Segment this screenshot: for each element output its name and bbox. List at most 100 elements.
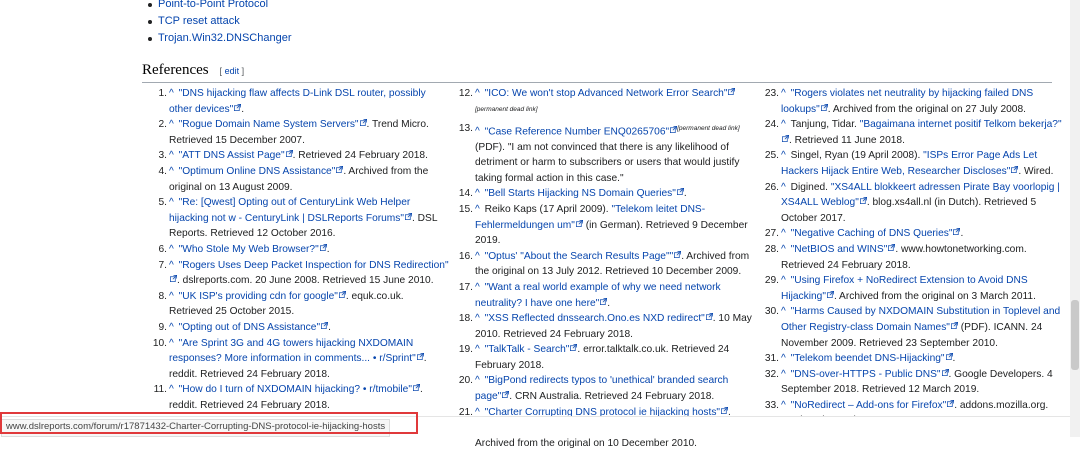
external-link-icon [676, 188, 684, 196]
see-also-link[interactable]: TCP reset attack [158, 15, 240, 27]
backlink-caret[interactable]: ^ [781, 275, 789, 286]
reference-number: 29. [764, 275, 779, 287]
reference-link[interactable]: "DNS-over-HTTPS - Public DNS" [791, 369, 941, 380]
reference-number: 23. [764, 88, 779, 99]
backlink-caret[interactable]: ^ [475, 344, 483, 355]
external-link [820, 103, 828, 115]
reference-link[interactable]: "Bell Starts Hijacking NS Domain Queries… [485, 188, 676, 199]
reference-link[interactable]: "Optus' "About the Search Results Page"" [485, 251, 674, 262]
reference-number: 27. [764, 228, 779, 240]
backlink-caret[interactable]: ^ [475, 313, 483, 324]
backlink-caret[interactable]: ^ [781, 150, 789, 161]
reference-link[interactable]: "Rogue Domain Name System Servers" [179, 119, 359, 130]
external-link-icon [941, 368, 949, 376]
reference-number: 10. [152, 337, 167, 349]
backlink-caret[interactable]: ^ [475, 204, 483, 215]
backlink-caret[interactable]: ^ [169, 88, 177, 99]
backlink-caret[interactable]: ^ [169, 166, 177, 177]
reference-link[interactable]: "ATT DNS Assist Page" [179, 150, 285, 161]
reference-link[interactable]: "Opting out of DNS Assistance" [179, 322, 320, 333]
reference-number: 7. [158, 259, 168, 271]
reference-details: . Retrieved 24 February 2018. [292, 150, 428, 162]
reference-details: . [241, 103, 245, 115]
browser-status-bar: www.dslreports.com/forum/r17871432-Chart… [0, 416, 1080, 437]
backlink-caret[interactable]: ^ [475, 126, 483, 137]
reference-link[interactable]: "UK ISP's providing cdn for google" [179, 291, 338, 302]
reference-link[interactable]: "XSS Reflected dnssearch.Ono.es NXD redi… [485, 313, 705, 324]
backlink-caret[interactable]: ^ [781, 244, 789, 255]
external-link [669, 125, 678, 137]
reference-item: 14. ^ "Bell Starts Hijacking NS Domain Q… [459, 186, 756, 202]
backlink-caret[interactable]: ^ [781, 400, 789, 411]
external-link [826, 290, 834, 302]
backlink-caret[interactable]: ^ [781, 353, 789, 364]
reference-item: 2. ^ "Rogue Domain Name System Servers".… [155, 117, 450, 148]
reference-link[interactable]: "NoRedirect – Add-ons for Firefox" [791, 400, 947, 411]
reference-number: 13. [458, 122, 473, 134]
backlink-caret[interactable]: ^ [475, 375, 483, 386]
external-link-icon [950, 321, 958, 329]
external-link-icon [859, 197, 867, 205]
reference-link[interactable]: "Want a real world example of why we nee… [475, 282, 721, 309]
backlink-caret[interactable]: ^ [781, 119, 789, 130]
reference-item: 20. ^ "BigPond redirects typos to 'uneth… [459, 373, 756, 404]
backlink-caret[interactable]: ^ [169, 119, 177, 130]
dead-link-tag[interactable]: [permanent dead link] [677, 125, 740, 132]
external-link [169, 275, 177, 286]
backlink-caret[interactable]: ^ [781, 369, 789, 380]
backlink-caret[interactable]: ^ [169, 338, 177, 349]
scrollbar[interactable] [1070, 0, 1080, 437]
backlink-caret[interactable]: ^ [169, 244, 177, 255]
reference-item: 3. ^ "ATT DNS Assist Page" . Retrieved 24… [155, 148, 450, 164]
backlink-caret[interactable]: ^ [169, 291, 177, 302]
reference-number: 12. [458, 88, 473, 99]
reference-link[interactable]: "ICO: We won't stop Advanced Network Err… [485, 88, 728, 99]
backlink-caret[interactable]: ^ [169, 197, 177, 208]
reference-link[interactable]: "Bagaimana internet positif Telkom beker… [860, 119, 1062, 130]
reference-details: . [607, 297, 611, 309]
external-link [859, 197, 867, 208]
backlink-caret[interactable]: ^ [475, 88, 483, 99]
external-link-icon [319, 243, 327, 251]
see-also-link[interactable]: Point-to-Point Protocol [158, 0, 268, 10]
reference-link[interactable]: "Who Stole My Web Browser?" [179, 244, 319, 255]
external-link [338, 290, 346, 302]
see-also-item[interactable]: TCP reset attack [147, 13, 291, 30]
external-link [676, 188, 684, 199]
dead-link-tag[interactable]: [permanent dead link] [475, 106, 538, 113]
backlink-caret[interactable]: ^ [169, 322, 177, 333]
reference-link[interactable]: "Re: [Qwest] Opting out of CenturyLink W… [169, 197, 410, 224]
backlink-caret[interactable]: ^ [475, 188, 483, 199]
reference-link[interactable]: "TalkTalk - Search" [485, 344, 570, 355]
reference-link[interactable]: "DNS hijacking flaw affects D-Link DSL r… [169, 88, 426, 115]
backlink-caret[interactable]: ^ [781, 228, 789, 239]
reference-item: 4. ^ "Optimum Online DNS Assistance". Ar… [155, 164, 450, 195]
reference-link[interactable]: "NetBIOS and WINS" [791, 244, 888, 255]
edit-link[interactable]: edit [225, 66, 240, 76]
backlink-caret[interactable]: ^ [169, 260, 177, 271]
see-also-link[interactable]: Trojan.Win32.DNSChanger [158, 32, 291, 44]
reference-number: 16. [458, 250, 473, 262]
see-also-item[interactable]: Point-to-Point Protocol [147, 0, 291, 13]
reference-link[interactable]: "Telekom beendet DNS-Hijacking" [791, 353, 945, 364]
reference-link[interactable]: "Rogers Uses Deep Packet Inspection for … [179, 260, 449, 271]
scrollbar-thumb[interactable] [1071, 300, 1079, 370]
reference-number: 24. [764, 119, 779, 131]
reference-number: 15. [458, 203, 473, 215]
backlink-caret[interactable]: ^ [475, 282, 483, 293]
external-link [941, 368, 949, 380]
reference-link[interactable]: "How do I turn of NXDOMAIN hijacking? • … [179, 384, 412, 395]
backlink-caret[interactable]: ^ [781, 182, 789, 193]
backlink-caret[interactable]: ^ [781, 306, 789, 317]
backlink-caret[interactable]: ^ [781, 88, 789, 99]
see-also-item[interactable]: Trojan.Win32.DNSChanger [147, 30, 291, 47]
reference-link[interactable]: "Optimum Online DNS Assistance" [179, 166, 336, 177]
backlink-caret[interactable]: ^ [169, 384, 177, 395]
reference-link[interactable]: "Are Sprint 3G and 4G towers hijacking N… [169, 338, 416, 365]
backlink-caret[interactable]: ^ [169, 150, 177, 161]
edit-section: [ edit ] [219, 66, 245, 76]
backlink-caret[interactable]: ^ [475, 251, 483, 262]
reference-link[interactable]: "Case Reference Number ENQ0265706" [485, 126, 669, 137]
references-heading: References [ edit ] [142, 62, 1052, 83]
reference-link[interactable]: "Negative Caching of DNS Queries" [791, 228, 953, 239]
